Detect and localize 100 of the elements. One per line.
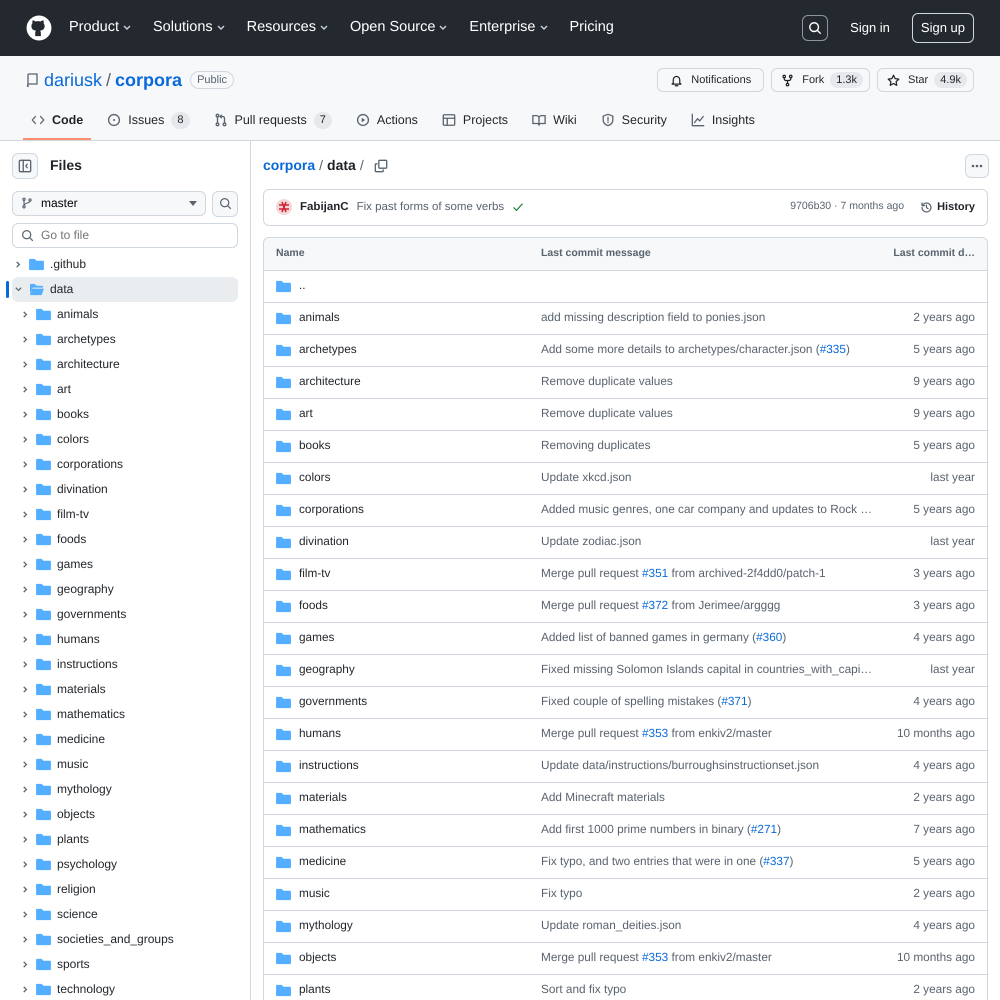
folder-name-link[interactable]: music	[299, 885, 330, 904]
folder-name-link[interactable]: humans	[299, 725, 341, 744]
folder-name-link[interactable]: medicine	[299, 853, 346, 872]
repo-tab[interactable]: Actions	[348, 104, 426, 140]
tree-item[interactable]: technology	[12, 976, 238, 1000]
tree-item[interactable]: film-tv	[12, 502, 238, 527]
nav-menu-item[interactable]: Pricing	[570, 17, 614, 39]
tree-item[interactable]: corporations	[12, 452, 238, 477]
folder-name-link[interactable]: books	[299, 437, 330, 456]
collapse-sidebar-button[interactable]	[12, 152, 38, 179]
tree-item[interactable]: objects	[12, 802, 238, 827]
tree-item[interactable]: humans	[12, 626, 238, 652]
search-button[interactable]	[802, 15, 828, 41]
repo-name-link[interactable]: corpora	[115, 66, 182, 94]
repo-tab[interactable]: Security	[592, 104, 675, 140]
folder-name-link[interactable]: divination	[299, 533, 349, 552]
tree-item[interactable]: governments	[12, 602, 238, 627]
folder-name-link[interactable]: governments	[299, 693, 368, 712]
folder-name-link[interactable]: objects	[299, 949, 336, 968]
pull-request-link[interactable]: #371	[721, 694, 748, 708]
folder-name-link[interactable]: colors	[299, 469, 330, 488]
chevron-right-icon	[21, 410, 30, 419]
folder-name-link[interactable]: materials	[299, 789, 347, 808]
folder-name-link[interactable]: corporations	[299, 501, 364, 520]
tree-item[interactable]: colors	[12, 426, 238, 452]
repo-owner-link[interactable]: dariusk	[44, 66, 102, 94]
nav-menu-item[interactable]: Enterprise	[469, 17, 548, 39]
chevron-right-icon	[21, 610, 30, 619]
pull-request-link[interactable]: #337	[763, 854, 790, 868]
tree-item[interactable]: psychology	[12, 852, 238, 877]
folder-name-link[interactable]: animals	[299, 309, 340, 328]
tree-item[interactable]: divination	[12, 476, 238, 502]
folder-name-link[interactable]: film-tv	[299, 565, 330, 584]
tree-item[interactable]: medicine	[12, 726, 238, 752]
copy-path-button[interactable]	[374, 158, 388, 173]
folder-name-link[interactable]: mythology	[299, 917, 353, 936]
folder-name-link[interactable]: geography	[299, 661, 355, 680]
folder-name-link[interactable]: games	[299, 629, 334, 648]
tree-item[interactable]: sports	[12, 952, 238, 977]
tree-item[interactable]: science	[12, 902, 238, 927]
pull-request-link[interactable]: #353	[642, 950, 668, 964]
tree-item[interactable]: animals	[12, 302, 238, 327]
pull-request-link[interactable]: #353	[642, 726, 668, 740]
chevron-right-icon	[21, 360, 30, 369]
history-button[interactable]: History	[920, 199, 975, 216]
repo-tab[interactable]: Projects	[434, 104, 516, 140]
nav-menu-item[interactable]: Solutions	[152, 17, 225, 39]
sign-in-link[interactable]: Sign in	[844, 17, 896, 39]
nav-menu-item[interactable]: Open Source	[350, 17, 448, 39]
tree-item[interactable]: instructions	[12, 652, 238, 677]
commit-author-link[interactable]: FabijanC	[300, 198, 349, 216]
search-icon	[21, 228, 34, 242]
folder-name-link[interactable]: art	[299, 405, 313, 424]
tree-item[interactable]: materials	[12, 676, 238, 702]
repo-action-button[interactable]: Notifications	[657, 68, 764, 92]
tree-item[interactable]: music	[12, 752, 238, 777]
folder-name-link[interactable]: architecture	[299, 373, 361, 392]
repo-tab[interactable]: Code	[23, 104, 92, 140]
repo-tab[interactable]: Insights	[682, 104, 763, 140]
tree-item[interactable]: games	[12, 552, 238, 577]
tree-item[interactable]: geography	[12, 576, 238, 602]
sign-up-button[interactable]: Sign up	[912, 13, 974, 43]
folder-icon	[36, 608, 51, 621]
nav-menu-item[interactable]: Resources	[246, 17, 328, 39]
tree-item[interactable]: mathematics	[12, 702, 238, 727]
pull-request-link[interactable]: #351	[642, 566, 668, 580]
folder-name-link[interactable]: plants	[299, 981, 330, 1000]
commit-message: Update xkcd.json	[541, 469, 632, 486]
pull-request-link[interactable]: #335	[820, 342, 846, 356]
go-to-file-field[interactable]: Go to file	[12, 222, 238, 248]
folder-name-link[interactable]: foods	[299, 597, 328, 616]
tree-item[interactable]: societies_and_groups	[12, 926, 238, 952]
commit-date: 9 years ago	[912, 373, 975, 390]
tree-item[interactable]: religion	[12, 876, 238, 902]
folder-name-link[interactable]: mathematics	[299, 821, 366, 840]
folder-icon	[36, 482, 51, 496]
parent-directory-link[interactable]: ..	[299, 277, 306, 296]
commit-message: add missing description field to ponies.json	[541, 309, 766, 326]
more-options-button[interactable]	[965, 154, 989, 178]
tree-item[interactable]: .github	[12, 252, 238, 277]
folder-name-link[interactable]: instructions	[299, 757, 359, 776]
nav-menu-item[interactable]: Product	[69, 17, 131, 39]
pull-request-link[interactable]: #271	[750, 822, 778, 836]
breadcrumb-link[interactable]: corpora	[263, 155, 316, 176]
repo-tab[interactable]: Issues 8	[99, 104, 198, 140]
tree-item[interactable]: foods	[12, 526, 238, 552]
tree-item[interactable]: art	[12, 376, 238, 402]
folder-name-link[interactable]: archetypes	[299, 341, 357, 360]
tree-item[interactable]: plants	[12, 826, 238, 852]
repo-tab[interactable]: Pull requests 7	[206, 104, 340, 140]
pull-request-link[interactable]: #372	[642, 598, 668, 612]
tree-item[interactable]: architecture	[12, 352, 238, 377]
tree-item[interactable]: books	[12, 402, 238, 427]
repo-action-button[interactable]: Star 4.9k	[877, 68, 974, 92]
pull-request-link[interactable]: #360	[756, 630, 782, 644]
repo-action-button[interactable]: Fork 1.3k	[771, 68, 870, 92]
repo-tab[interactable]: Wiki	[524, 104, 585, 140]
branch-selector[interactable]: master	[12, 190, 206, 216]
tree-item[interactable]: mythology	[12, 776, 238, 802]
tree-item[interactable]: archetypes	[12, 326, 238, 352]
